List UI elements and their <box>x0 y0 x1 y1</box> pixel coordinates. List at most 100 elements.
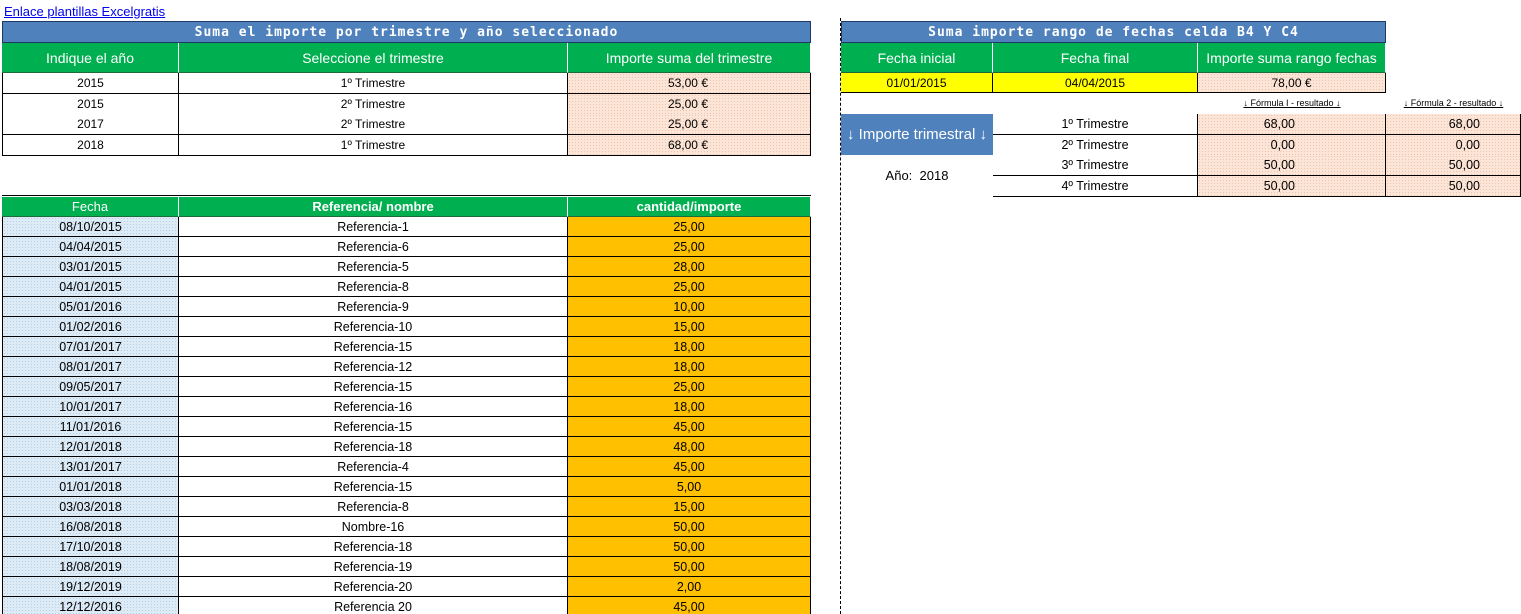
summary-year-cell[interactable]: 2018 <box>2 134 179 156</box>
formula1-value-cell: 50,00 <box>1198 175 1386 197</box>
end-date-input[interactable]: 04/04/2015 <box>993 73 1198 93</box>
table-amount-cell[interactable]: 18,00 <box>568 337 811 357</box>
table-reference-cell[interactable]: Referencia-1 <box>179 217 568 237</box>
year-display: Año: 2018 <box>841 155 993 195</box>
table-date-cell[interactable]: 19/12/2019 <box>2 577 179 597</box>
summary-amount-cell: 68,00 € <box>568 134 811 156</box>
summary-amount-cell: 25,00 € <box>568 114 811 135</box>
table-reference-cell[interactable]: Nombre-16 <box>179 517 568 537</box>
table-date-cell[interactable]: 18/08/2019 <box>2 557 179 577</box>
header-referencia: Referencia/ nombre <box>179 197 568 217</box>
table-date-cell[interactable]: 05/01/2016 <box>2 297 179 317</box>
page-break-line <box>840 18 841 614</box>
summary-year-cell[interactable]: 2017 <box>2 114 179 135</box>
formula2-value-cell: 0,00 <box>1386 134 1521 156</box>
summary-year-cell[interactable]: 2015 <box>2 93 179 115</box>
table-date-cell[interactable]: 12/12/2016 <box>2 597 179 614</box>
formula2-value-cell: 68,00 <box>1386 114 1521 135</box>
table-amount-cell[interactable]: 15,00 <box>568 497 811 517</box>
table-amount-cell[interactable]: 15,00 <box>568 317 811 337</box>
table-date-cell[interactable]: 17/10/2018 <box>2 537 179 557</box>
year-value: 2018 <box>919 167 949 183</box>
table-reference-cell[interactable]: Referencia-16 <box>179 397 568 417</box>
table-reference-cell[interactable]: Referencia-18 <box>179 437 568 457</box>
summary-quarter-cell[interactable]: 2º Trimestre <box>179 114 568 135</box>
left-summary-title: Suma el importe por trimestre y año sele… <box>2 21 811 43</box>
formula1-label: ↓ Fórmula I - resultado ↓ <box>1243 98 1341 108</box>
table-amount-cell[interactable]: 28,00 <box>568 257 811 277</box>
table-amount-cell[interactable]: 25,00 <box>568 277 811 297</box>
table-date-cell[interactable]: 03/01/2015 <box>2 257 179 277</box>
formula2-label: ↓ Fórmula 2 - resultado ↓ <box>1403 98 1504 108</box>
table-reference-cell[interactable]: Referencia-10 <box>179 317 568 337</box>
table-reference-cell[interactable]: Referencia-15 <box>179 417 568 437</box>
table-date-cell[interactable]: 12/01/2018 <box>2 437 179 457</box>
table-reference-cell[interactable]: Referencia-9 <box>179 297 568 317</box>
table-date-cell[interactable]: 10/01/2017 <box>2 397 179 417</box>
table-amount-cell[interactable]: 50,00 <box>568 557 811 577</box>
table-date-cell[interactable]: 01/01/2018 <box>2 477 179 497</box>
table-reference-cell[interactable]: Referencia-15 <box>179 337 568 357</box>
table-amount-cell[interactable]: 25,00 <box>568 377 811 397</box>
header-year: Indique el año <box>2 43 179 73</box>
quarter-label-cell: 4º Trimestre <box>993 175 1198 197</box>
table-date-cell[interactable]: 11/01/2016 <box>2 417 179 437</box>
table-reference-cell[interactable]: Referencia-18 <box>179 537 568 557</box>
table-amount-cell[interactable]: 50,00 <box>568 517 811 537</box>
table-amount-cell[interactable]: 5,00 <box>568 477 811 497</box>
table-date-cell[interactable]: 04/04/2015 <box>2 237 179 257</box>
table-amount-cell[interactable]: 25,00 <box>568 217 811 237</box>
header-cantidad: cantidad/importe <box>568 197 811 217</box>
summary-quarter-cell[interactable]: 1º Trimestre <box>179 73 568 94</box>
summary-quarter-cell[interactable]: 1º Trimestre <box>179 134 568 156</box>
table-date-cell[interactable]: 08/01/2017 <box>2 357 179 377</box>
formula2-value-cell: 50,00 <box>1386 155 1521 176</box>
start-date-input[interactable]: 01/01/2015 <box>841 73 993 93</box>
summary-quarter-cell[interactable]: 2º Trimestre <box>179 93 568 115</box>
summary-amount-cell: 25,00 € <box>568 93 811 115</box>
quarter-label-cell: 1º Trimestre <box>993 114 1198 135</box>
right-summary-title: Suma importe rango de fechas celda B4 Y … <box>841 21 1386 43</box>
table-reference-cell[interactable]: Referencia-8 <box>179 497 568 517</box>
table-amount-cell[interactable]: 45,00 <box>568 597 811 614</box>
table-date-cell[interactable]: 04/01/2015 <box>2 277 179 297</box>
table-date-cell[interactable]: 01/02/2016 <box>2 317 179 337</box>
quarterly-amount-box: ↓ Importe trimestral ↓ <box>841 114 993 155</box>
table-date-cell[interactable]: 16/08/2018 <box>2 517 179 537</box>
table-reference-cell[interactable]: Referencia-8 <box>179 277 568 297</box>
quarter-label-cell: 3º Trimestre <box>993 155 1198 176</box>
table-date-cell[interactable]: 03/03/2018 <box>2 497 179 517</box>
table-amount-cell[interactable]: 45,00 <box>568 457 811 477</box>
table-reference-cell[interactable]: Referencia-15 <box>179 377 568 397</box>
table-amount-cell[interactable]: 45,00 <box>568 417 811 437</box>
table-date-cell[interactable]: 13/01/2017 <box>2 457 179 477</box>
table-reference-cell[interactable]: Referencia-15 <box>179 477 568 497</box>
year-label: Año: <box>885 167 913 183</box>
table-date-cell[interactable]: 09/05/2017 <box>2 377 179 397</box>
table-amount-cell[interactable]: 50,00 <box>568 537 811 557</box>
formula1-value-cell: 50,00 <box>1198 155 1386 176</box>
formula1-value-cell: 68,00 <box>1198 114 1386 135</box>
table-amount-cell[interactable]: 18,00 <box>568 357 811 377</box>
table-reference-cell[interactable]: Referencia-20 <box>179 577 568 597</box>
excelgratis-link[interactable]: Enlace plantillas Excelgratis <box>4 2 165 20</box>
table-amount-cell[interactable]: 18,00 <box>568 397 811 417</box>
table-reference-cell[interactable]: Referencia-12 <box>179 357 568 377</box>
table-amount-cell[interactable]: 10,00 <box>568 297 811 317</box>
header-quarter: Seleccione el trimestre <box>179 43 568 73</box>
table-reference-cell[interactable]: Referencia-19 <box>179 557 568 577</box>
table-date-cell[interactable]: 08/10/2015 <box>2 217 179 237</box>
table-date-cell[interactable]: 07/01/2017 <box>2 337 179 357</box>
table-amount-cell[interactable]: 25,00 <box>568 237 811 257</box>
table-reference-cell[interactable]: Referencia 20 <box>179 597 568 614</box>
table-reference-cell[interactable]: Referencia-5 <box>179 257 568 277</box>
header-fecha: Fecha <box>2 197 179 217</box>
table-amount-cell[interactable]: 2,00 <box>568 577 811 597</box>
table-reference-cell[interactable]: Referencia-6 <box>179 237 568 257</box>
quarter-label-cell: 2º Trimestre <box>993 134 1198 156</box>
table-reference-cell[interactable]: Referencia-4 <box>179 457 568 477</box>
header-range-sum: Importe suma rango fechas <box>1198 43 1386 73</box>
summary-year-cell[interactable]: 2015 <box>2 73 179 94</box>
header-end-date: Fecha final <box>993 43 1198 73</box>
table-amount-cell[interactable]: 48,00 <box>568 437 811 457</box>
